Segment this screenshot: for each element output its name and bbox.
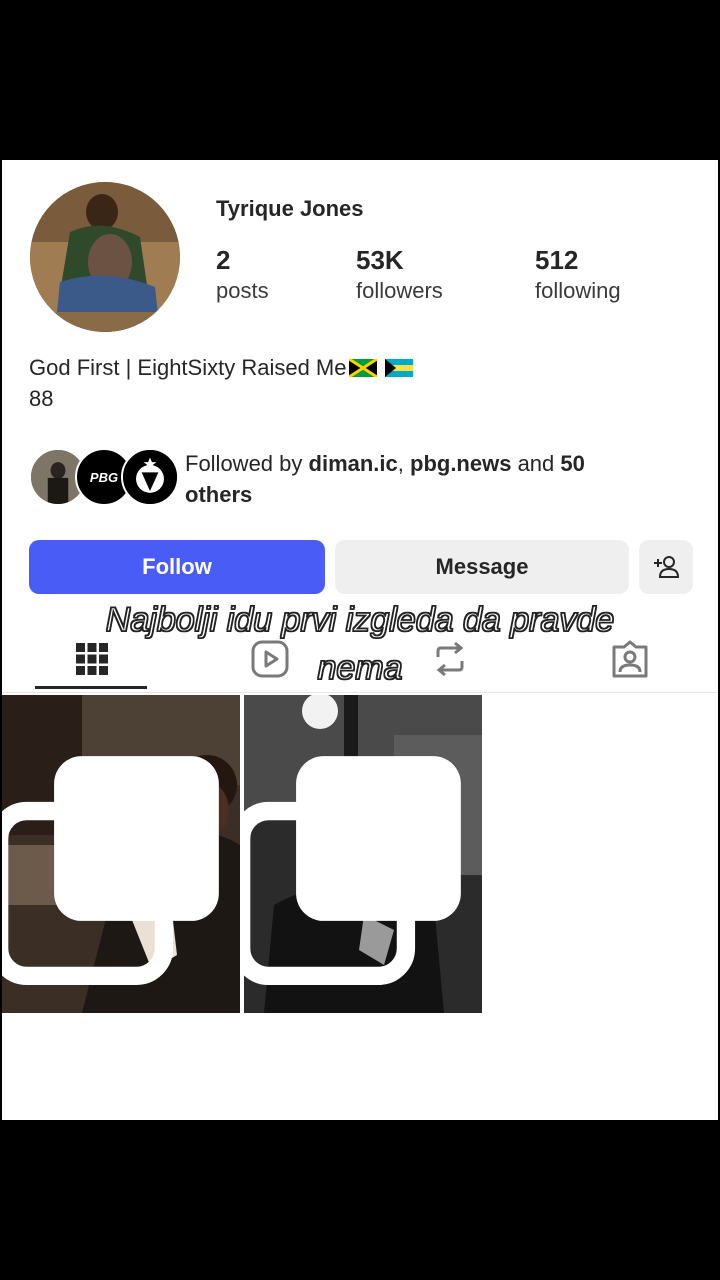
multi-post-icon	[244, 756, 461, 985]
profile-screen: Tyrique Jones 2 posts 53K followers 512 …	[2, 160, 718, 1120]
tab-posts-grid[interactable]	[22, 628, 162, 690]
multi-post-icon	[2, 756, 219, 985]
followed-by-prefix: Followed by	[185, 451, 309, 476]
following-label: following	[535, 278, 621, 303]
others-count: 50	[560, 451, 585, 476]
tab-reposts[interactable]	[380, 628, 520, 690]
reposts-icon	[436, 641, 464, 677]
grid-icon	[76, 643, 108, 675]
add-person-icon	[654, 556, 680, 578]
profile-avatar[interactable]	[30, 182, 180, 332]
post-thumbnail-1[interactable]	[2, 695, 240, 1013]
follow-button[interactable]: Follow	[29, 540, 325, 594]
followers-label: followers	[356, 278, 443, 303]
bahamas-flag-icon	[384, 359, 413, 377]
mutual-user-2[interactable]: pbg.news	[410, 451, 511, 476]
following-value: 512	[535, 245, 579, 275]
bio-text: God First | EightSixty Raised Me	[29, 355, 347, 380]
followed-by-and: and	[511, 451, 561, 476]
tagged-icon	[612, 640, 648, 678]
mutual-avatar-3	[121, 448, 179, 506]
jamaica-flag-icon	[348, 359, 377, 377]
posts-label: posts	[216, 278, 269, 303]
crest-icon	[123, 450, 177, 504]
profile-username: Tyrique Jones	[216, 196, 364, 221]
profile-tabs	[2, 628, 718, 692]
posts-count[interactable]: 2 posts	[216, 244, 269, 306]
posts-grid	[2, 695, 718, 1013]
followed-by-text[interactable]: Followed by diman.ic, pbg.news and 50 ot…	[185, 448, 685, 510]
tabs-divider	[2, 692, 718, 693]
tab-reels[interactable]	[200, 628, 340, 690]
followed-by-separator: ,	[397, 451, 410, 476]
bio-line-2: 88	[29, 386, 54, 411]
followers-value: 53K	[356, 245, 404, 275]
suggested-users-button[interactable]	[639, 540, 693, 594]
message-button[interactable]: Message	[335, 540, 629, 594]
post-thumbnail-2[interactable]	[244, 695, 482, 1013]
followers-count[interactable]: 53K followers	[356, 244, 443, 306]
mutual-followers[interactable]: PBG Followed by diman.ic, pbg.news and 5…	[29, 448, 699, 512]
tab-tagged[interactable]	[560, 628, 700, 690]
pbg-logo-text: PBG	[89, 469, 119, 485]
others-label: others	[185, 482, 253, 507]
reels-icon	[251, 640, 289, 678]
following-count[interactable]: 512 following	[535, 244, 621, 306]
active-tab-indicator	[35, 686, 147, 689]
mutual-user-1[interactable]: diman.ic	[309, 451, 398, 476]
profile-bio: God First | EightSixty Raised Me 88	[29, 352, 413, 414]
posts-value: 2	[216, 245, 231, 275]
